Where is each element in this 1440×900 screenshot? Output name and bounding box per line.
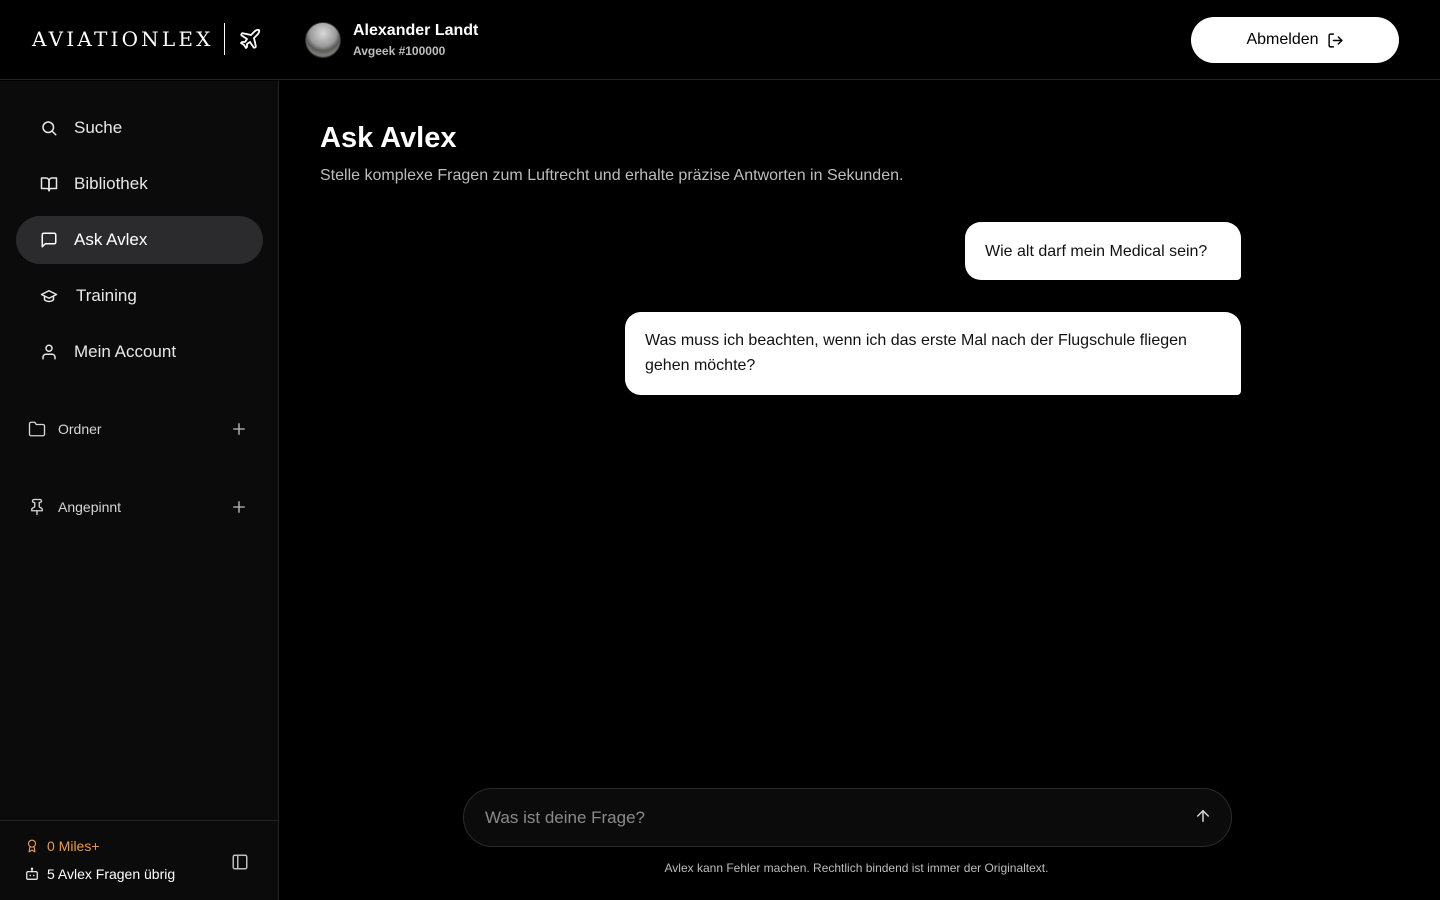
top-header: AVIATIONLEX Alexander Landt Avgeek #1000… [0, 0, 1440, 80]
user-rank: Avgeek #100000 [353, 44, 446, 58]
pin-icon [28, 498, 46, 516]
user-name: Alexander Landt [353, 22, 479, 39]
chat-icon [40, 231, 58, 249]
user-profile[interactable]: Alexander Landt Avgeek #100000 [305, 21, 478, 59]
sidebar-footer: 0 Miles+ 5 Avlex Fragen übrig [0, 820, 279, 900]
user-info: Alexander Landt Avgeek #100000 [353, 21, 478, 59]
section-label: Angepinnt [58, 499, 122, 515]
search-icon [40, 119, 58, 137]
sidebar-item-suche[interactable]: Suche [16, 104, 263, 152]
folder-icon [28, 420, 46, 438]
sidebar-item-mein-account[interactable]: Mein Account [16, 328, 263, 376]
add-pin-icon[interactable] [230, 498, 248, 516]
logo-text: AVIATIONLEX [32, 27, 214, 51]
sidebar-item-label: Bibliothek [74, 174, 148, 193]
logout-label: Abmelden [1246, 31, 1319, 48]
user-message-bubble: Wie alt darf mein Medical sein? [965, 222, 1241, 280]
arrow-up-icon [1194, 807, 1212, 828]
airplane-icon [237, 26, 263, 52]
book-icon [40, 175, 58, 193]
sidebar-item-ask-avlex[interactable]: Ask Avlex [16, 216, 263, 264]
sidebar-section-ordner[interactable]: Ordner [28, 417, 248, 441]
user-icon [40, 343, 58, 361]
avatar [305, 22, 341, 58]
logo-divider [223, 23, 225, 55]
sidebar-section-angepinnt[interactable]: Angepinnt [28, 495, 248, 519]
question-input[interactable] [464, 789, 1183, 846]
page-subtitle: Stelle komplexe Fragen zum Luftrecht und… [320, 167, 904, 184]
send-button[interactable] [1183, 798, 1223, 838]
quota-text: 5 Avlex Fragen übrig [47, 866, 176, 882]
chat-composer [463, 788, 1232, 847]
sidebar-item-label: Suche [74, 118, 123, 137]
sidebar-item-label: Mein Account [74, 342, 177, 361]
user-message-bubble: Was muss ich beachten, wenn ich das erst… [625, 312, 1241, 395]
award-icon [25, 838, 39, 854]
sidebar-item-bibliothek[interactable]: Bibliothek [16, 160, 263, 208]
sidebar-item-training[interactable]: Training [16, 272, 263, 320]
miles-badge: 0 Miles+ [25, 838, 100, 854]
miles-count: 0 Miles+ [47, 838, 100, 854]
question-quota: 5 Avlex Fragen übrig [25, 866, 175, 882]
bot-icon [25, 867, 39, 881]
graduation-cap-icon [40, 287, 58, 305]
logo[interactable]: AVIATIONLEX [32, 22, 263, 56]
sidebar-item-label: Ask Avlex [74, 230, 148, 249]
section-label: Ordner [58, 421, 102, 437]
page-title: Ask Avlex [320, 122, 457, 154]
logout-icon [1327, 32, 1344, 49]
disclaimer-text: Avlex kann Fehler machen. Rechtlich bind… [664, 861, 1049, 875]
logout-button[interactable]: Abmelden [1191, 17, 1399, 63]
sidebar-collapse-icon[interactable] [231, 853, 249, 871]
sidebar: Suche Bibliothek Ask Avlex Training Mein… [0, 81, 279, 900]
sidebar-item-label: Training [76, 286, 137, 305]
add-folder-icon[interactable] [230, 420, 248, 438]
